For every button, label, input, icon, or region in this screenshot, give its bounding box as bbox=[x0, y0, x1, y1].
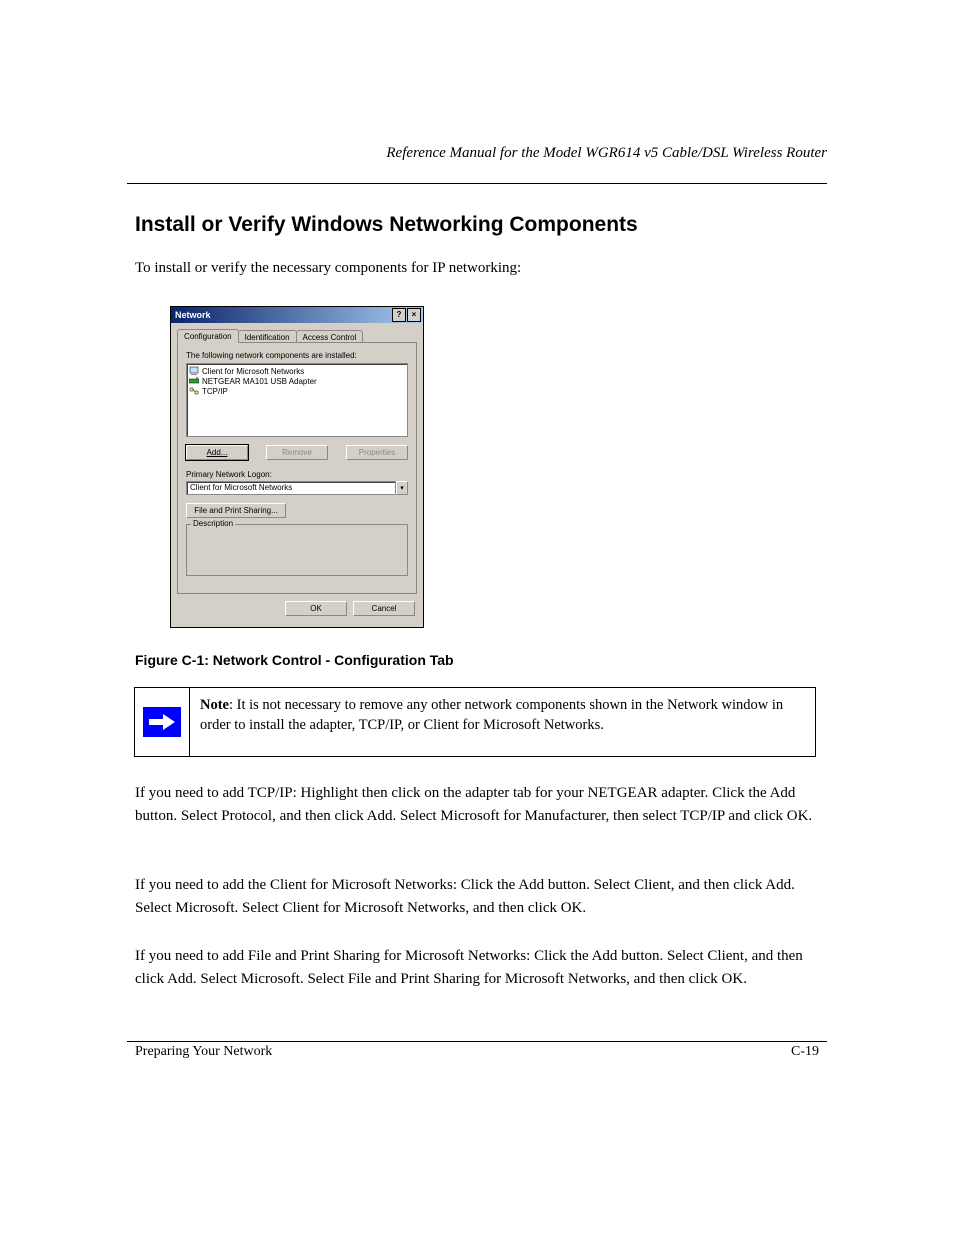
cancel-button[interactable]: Cancel bbox=[353, 601, 415, 616]
add-button[interactable]: Add... bbox=[186, 445, 248, 460]
running-header: Reference Manual for the Model WGR614 v5… bbox=[386, 145, 827, 162]
client-icon bbox=[189, 366, 199, 376]
note-box: Note: It is not necessary to remove any … bbox=[134, 687, 816, 757]
list-item-label: TCP/IP bbox=[202, 387, 228, 396]
adapter-icon bbox=[189, 376, 199, 386]
dropdown-value: Client for Microsoft Networks bbox=[186, 481, 396, 495]
paragraph: If you need to add File and Print Sharin… bbox=[135, 945, 815, 990]
page-number: C-19 bbox=[791, 1044, 819, 1060]
titlebar: Network ? × bbox=[171, 307, 423, 323]
note-icon-cell bbox=[135, 688, 190, 756]
components-list[interactable]: Client for Microsoft Networks NETGEAR MA… bbox=[186, 363, 408, 437]
note-label: Note bbox=[200, 697, 229, 713]
list-item-label: NETGEAR MA101 USB Adapter bbox=[202, 377, 317, 386]
list-item[interactable]: Client for Microsoft Networks bbox=[189, 366, 405, 376]
protocol-icon bbox=[189, 386, 199, 396]
description-legend: Description bbox=[191, 519, 235, 528]
components-label: The following network components are ins… bbox=[186, 351, 408, 360]
note-body: : It is not necessary to remove any othe… bbox=[200, 697, 783, 733]
paragraph: If you need to add the Client for Micros… bbox=[135, 874, 815, 919]
header-rule bbox=[127, 183, 827, 184]
section-title: Install or Verify Windows Networking Com… bbox=[135, 213, 638, 237]
footer-rule bbox=[127, 1041, 827, 1042]
paragraph: If you need to add TCP/IP: Highlight the… bbox=[135, 782, 815, 827]
file-print-sharing-button[interactable]: File and Print Sharing... bbox=[186, 503, 286, 518]
footer-section: Preparing Your Network bbox=[135, 1044, 272, 1060]
properties-button[interactable]: Properties bbox=[346, 445, 408, 460]
network-dialog: Network ? × Configuration Identification… bbox=[170, 306, 424, 628]
remove-button[interactable]: Remove bbox=[266, 445, 328, 460]
tab-panel: The following network components are ins… bbox=[177, 342, 417, 594]
help-button[interactable]: ? bbox=[392, 308, 406, 322]
figure-caption: Figure C-1: Network Control - Configurat… bbox=[135, 652, 454, 668]
note-text: Note: It is not necessary to remove any … bbox=[190, 688, 815, 756]
tab-configuration[interactable]: Configuration bbox=[177, 329, 239, 343]
section-lead: To install or verify the necessary compo… bbox=[135, 260, 521, 277]
chevron-down-icon[interactable]: ▾ bbox=[396, 481, 408, 495]
ok-button[interactable]: OK bbox=[285, 601, 347, 616]
primary-logon-select[interactable]: Client for Microsoft Networks ▾ bbox=[186, 481, 408, 495]
list-item[interactable]: NETGEAR MA101 USB Adapter bbox=[189, 376, 405, 386]
description-group: Description bbox=[186, 524, 408, 576]
list-item[interactable]: TCP/IP bbox=[189, 386, 405, 396]
arrow-right-icon bbox=[141, 705, 183, 739]
list-item-label: Client for Microsoft Networks bbox=[202, 367, 304, 376]
close-button[interactable]: × bbox=[407, 308, 421, 322]
dialog-title: Network bbox=[173, 310, 391, 320]
logon-label: Primary Network Logon: bbox=[186, 470, 408, 479]
